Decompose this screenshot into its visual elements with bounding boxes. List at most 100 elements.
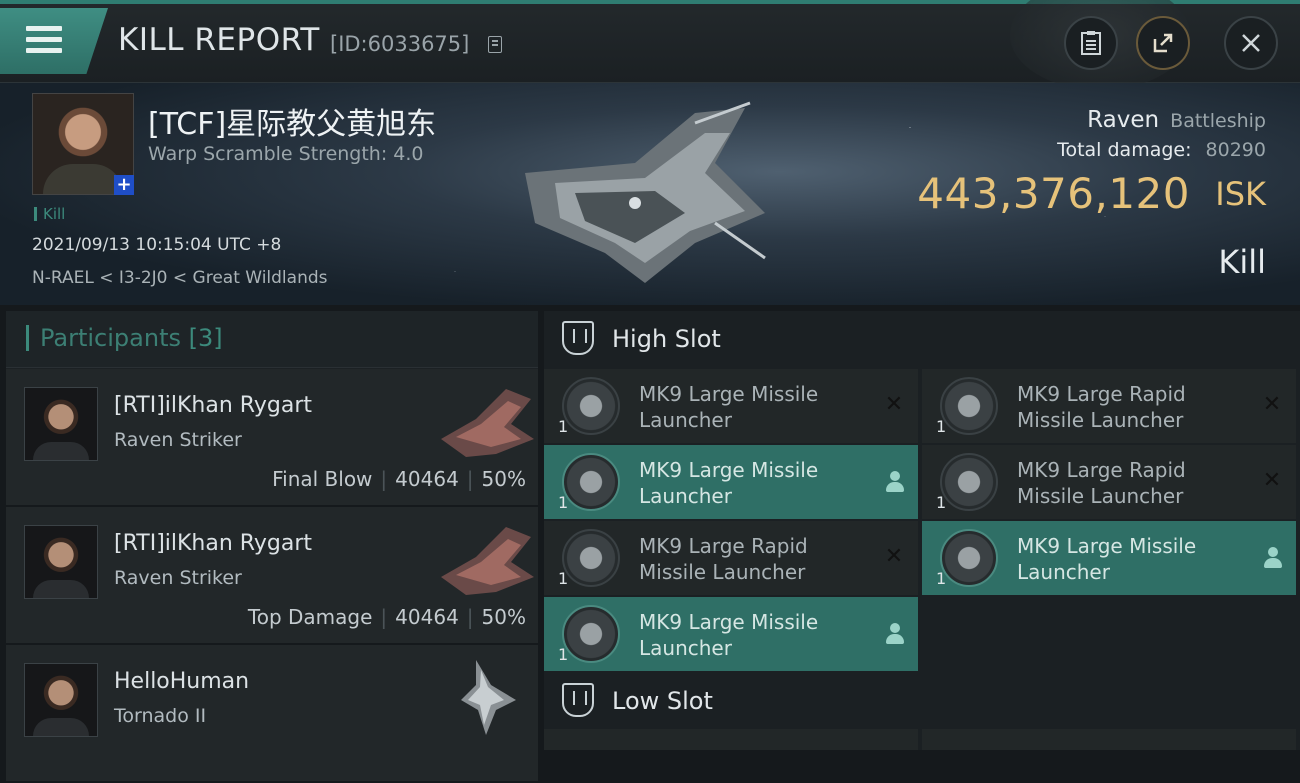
participant-damage: 40464 xyxy=(395,467,459,491)
participant-percent: 50% xyxy=(481,605,526,629)
participant-ship-image xyxy=(441,527,534,595)
total-damage-value: 80290 xyxy=(1205,139,1266,161)
participant-ship: Tornado II xyxy=(114,705,207,727)
participant-percent: 50% xyxy=(481,467,526,491)
dropped-person-icon xyxy=(886,471,904,493)
module-slot[interactable] xyxy=(922,729,1296,750)
kill-summary-banner: + [TCF]星际教父黄旭东 Warp Scramble Strength: 4… xyxy=(0,83,1300,305)
high-slot-header: High Slot xyxy=(544,311,1300,367)
module-slot[interactable]: 1 MK9 Large Missile Launcher xyxy=(544,445,918,519)
participant-stats: Final Blow | 40464 | 50% xyxy=(272,467,526,491)
menu-button[interactable] xyxy=(0,8,108,74)
module-quantity: 1 xyxy=(936,417,947,436)
ship-class: Battleship xyxy=(1170,110,1266,132)
missile-launcher-icon xyxy=(562,377,620,435)
module-slot[interactable]: 1 MK9 Large Missile Launcher xyxy=(922,521,1296,595)
participant-row[interactable]: HelloHuman Tornado II xyxy=(6,645,538,783)
close-button[interactable] xyxy=(1224,16,1278,70)
module-name: MK9 Large Missile Launcher xyxy=(639,382,819,432)
participant-name: [RTI]ilKhan Rygart xyxy=(114,393,313,418)
missile-launcher-icon xyxy=(562,453,620,511)
fitting-panel: High Slot 1 MK9 Large Missile Launcher ✕… xyxy=(544,311,1300,750)
kill-tag: Kill xyxy=(34,205,65,223)
add-contact-icon[interactable]: + xyxy=(114,175,134,195)
total-damage-label: Total damage: xyxy=(1057,139,1192,161)
clipboard-icon xyxy=(1081,31,1101,55)
kill-location: N-RAEL < I3-2J0 < Great Wildlands xyxy=(32,268,328,288)
participant-row[interactable]: [RTI]ilKhan Rygart Raven Striker Final B… xyxy=(6,369,538,507)
page-title: KILL REPORT xyxy=(118,22,320,58)
module-slot[interactable]: 1 MK9 Large Missile Launcher xyxy=(544,597,918,671)
low-slot-header: Low Slot xyxy=(544,673,1300,729)
module-quantity: 1 xyxy=(558,645,569,664)
module-quantity: 1 xyxy=(558,493,569,512)
participant-ship: Raven Striker xyxy=(114,567,242,589)
victim-ship-image xyxy=(525,101,766,283)
module-quantity: 1 xyxy=(936,569,947,588)
clipboard-button[interactable] xyxy=(1064,16,1118,70)
participants-header: Participants [3] xyxy=(6,311,538,368)
participants-label: Participants xyxy=(40,324,181,352)
participant-name: HelloHuman xyxy=(114,669,250,694)
dropped-person-icon xyxy=(886,623,904,645)
participant-avatar[interactable] xyxy=(24,663,98,737)
kill-result: Kill xyxy=(1218,243,1266,281)
missile-launcher-icon xyxy=(562,605,620,663)
rapid-missile-launcher-icon xyxy=(940,377,998,435)
destroyed-icon: ✕ xyxy=(884,392,904,417)
copy-icon[interactable] xyxy=(488,36,502,53)
participant-row[interactable]: [RTI]ilKhan Rygart Raven Striker Top Dam… xyxy=(6,507,538,645)
destroyed-icon: ✕ xyxy=(1262,468,1282,493)
participant-ship-image xyxy=(441,389,534,457)
report-id: [ID:6033675] xyxy=(330,32,470,56)
module-name: MK9 Large Missile Launcher xyxy=(1017,534,1197,584)
close-icon xyxy=(1242,34,1260,52)
rapid-missile-launcher-icon xyxy=(940,453,998,511)
module-slot[interactable]: 1 MK9 Large Rapid Missile Launcher ✕ xyxy=(544,521,918,595)
missile-launcher-icon xyxy=(940,529,998,587)
low-slot-label: Low Slot xyxy=(612,687,713,715)
top-bar: KILL REPORT [ID:6033675] xyxy=(0,0,1300,90)
module-slot[interactable]: 1 MK9 Large Missile Launcher ✕ xyxy=(544,369,918,443)
participant-avatar[interactable] xyxy=(24,525,98,599)
victim-ship-type: Raven Battleship xyxy=(1087,107,1266,133)
participant-avatar[interactable] xyxy=(24,387,98,461)
participants-title: Participants [3] xyxy=(40,324,223,352)
rapid-missile-launcher-icon xyxy=(562,529,620,587)
menu-icon xyxy=(26,26,62,59)
destroyed-icon: ✕ xyxy=(884,544,904,569)
module-name: MK9 Large Rapid Missile Launcher xyxy=(1017,458,1186,508)
share-button[interactable] xyxy=(1136,16,1190,70)
module-quantity: 1 xyxy=(936,493,947,512)
participant-role: Final Blow xyxy=(272,467,373,491)
participant-ship-image xyxy=(461,660,516,735)
participant-stats: Top Damage | 40464 | 50% xyxy=(247,605,526,629)
low-slot-icon xyxy=(562,683,594,717)
module-slot[interactable]: 1 MK9 Large Rapid Missile Launcher ✕ xyxy=(922,445,1296,519)
participant-role: Top Damage xyxy=(247,605,373,629)
dropped-person-icon xyxy=(1264,547,1282,569)
share-icon xyxy=(1153,33,1173,53)
destroyed-icon: ✕ xyxy=(1262,392,1282,417)
participants-count: [3] xyxy=(188,324,223,352)
victim-name: [TCF]星际教父黄旭东 xyxy=(148,107,437,142)
participants-panel: Participants [3] [RTI]ilKhan Rygart Rave… xyxy=(6,311,538,783)
module-slot[interactable]: 1 MK9 Large Rapid Missile Launcher ✕ xyxy=(922,369,1296,443)
kill-datetime: 2021/09/13 10:15:04 UTC +8 xyxy=(32,235,282,255)
high-slot-label: High Slot xyxy=(612,325,721,353)
module-name: MK9 Large Missile Launcher xyxy=(639,610,819,660)
module-quantity: 1 xyxy=(558,417,569,436)
high-slot-icon xyxy=(562,321,594,355)
module-quantity: 1 xyxy=(558,569,569,588)
participant-ship: Raven Striker xyxy=(114,429,242,451)
warp-scramble-strength: Warp Scramble Strength: 4.0 xyxy=(148,143,424,165)
isk-value: 443,376,120 xyxy=(917,169,1190,218)
isk-unit: ISK xyxy=(1215,175,1266,213)
module-name: MK9 Large Rapid Missile Launcher xyxy=(1017,382,1186,432)
module-name: MK9 Large Missile Launcher xyxy=(639,458,819,508)
module-name: MK9 Large Rapid Missile Launcher xyxy=(639,534,808,584)
participant-damage: 40464 xyxy=(395,605,459,629)
participant-name: [RTI]ilKhan Rygart xyxy=(114,531,313,556)
module-slot[interactable] xyxy=(544,729,918,750)
ship-name: Raven xyxy=(1087,107,1160,133)
